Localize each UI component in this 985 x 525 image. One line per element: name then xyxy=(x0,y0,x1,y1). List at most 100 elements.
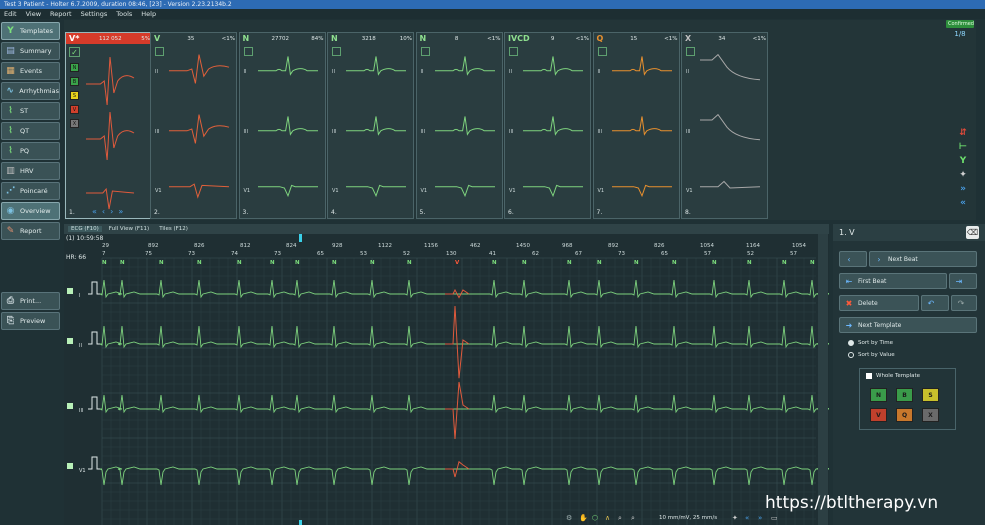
sidebar-item-poincar[interactable]: ⋰ Poincaré xyxy=(1,182,60,200)
rewind-icon[interactable]: « xyxy=(745,514,749,522)
first-icon[interactable]: « xyxy=(92,207,102,216)
class-button-s[interactable]: S xyxy=(922,388,939,402)
window-icon[interactable]: ▭ xyxy=(771,514,778,522)
forward-icon[interactable]: » xyxy=(758,514,762,522)
amplitude-icon[interactable]: ∧ xyxy=(605,514,610,522)
sidebar-item-events[interactable]: ▦ Events xyxy=(1,62,60,80)
class-button-q[interactable]: Q xyxy=(896,408,913,422)
beat-label[interactable]: N xyxy=(810,260,815,266)
template-class-v[interactable]: V xyxy=(70,105,79,114)
clear-icon[interactable]: ⌫ xyxy=(966,226,979,239)
beat-label[interactable]: N xyxy=(634,260,639,266)
sidebar-item-qt[interactable]: ⌇ QT xyxy=(1,122,60,140)
ecg-strip[interactable]: 29 892 826 812 824 928 1122 1156 462 1450 968 892 82… xyxy=(64,224,829,525)
beat-label[interactable]: N xyxy=(295,260,300,266)
time-cursor-bottom[interactable] xyxy=(299,520,302,525)
settings-icon[interactable]: ⚙ xyxy=(566,514,572,522)
template-8[interactable]: X 34 <1% 8. II III V1 xyxy=(681,32,768,219)
time-cursor[interactable] xyxy=(299,234,302,242)
sidebar-item-summary[interactable]: ▤ Summary xyxy=(1,42,60,60)
beat-label[interactable]: N xyxy=(747,260,752,266)
sidebar-item-st[interactable]: ⌇ ST xyxy=(1,102,60,120)
template-class-x[interactable]: X xyxy=(70,119,79,128)
sidebar-print-button[interactable]: ⎙ Print... xyxy=(1,292,60,310)
prev-icon[interactable]: ‹ xyxy=(102,207,110,216)
last-beat-button[interactable]: ⇥ xyxy=(949,273,977,289)
beat-label[interactable]: V xyxy=(455,260,460,266)
menu-view[interactable]: View xyxy=(26,10,41,18)
lead-toggle[interactable] xyxy=(67,338,73,344)
beat-label[interactable]: N xyxy=(782,260,787,266)
beat-label[interactable]: N xyxy=(672,260,677,266)
beat-label[interactable]: N xyxy=(102,260,107,266)
sidebar-preview-button[interactable]: ⎘ Preview xyxy=(1,312,60,330)
hand-icon[interactable]: ✋ xyxy=(579,513,588,522)
beat-label[interactable]: N xyxy=(159,260,164,266)
template-2[interactable]: V 35 <1% 2. II III V1 xyxy=(150,32,237,219)
beat-label[interactable]: N xyxy=(567,260,572,266)
lead-toggle[interactable] xyxy=(67,288,73,294)
template-class-s[interactable]: S xyxy=(70,91,79,100)
menu-settings[interactable]: Settings xyxy=(81,10,108,18)
zoom-in-icon[interactable]: ⌕ xyxy=(618,514,622,522)
sidebar-item-pq[interactable]: ⌇ PQ xyxy=(1,142,60,160)
tools-icon[interactable]: ✦ xyxy=(732,514,738,522)
template-class-n[interactable]: N xyxy=(70,63,79,72)
menu-help[interactable]: Help xyxy=(141,10,156,18)
beat-label[interactable]: N xyxy=(120,260,125,266)
merge-icon[interactable]: ⊢ xyxy=(956,142,970,156)
class-button-b[interactable]: B xyxy=(896,388,913,402)
delete-button[interactable]: ✖ Delete xyxy=(839,295,919,311)
template-3[interactable]: N 27702 84% 3. II III V1 xyxy=(238,32,326,219)
sidebar-item-arrhythmias[interactable]: ∿ Arrhythmias xyxy=(1,82,60,100)
split-icon[interactable]: ⇵ xyxy=(956,128,970,142)
beat-label[interactable]: N xyxy=(492,260,497,266)
template-5[interactable]: N 8 <1% 5. II III V1 xyxy=(415,32,503,219)
sidebar-item-hrv[interactable]: ▥ HRV xyxy=(1,162,60,180)
template-7[interactable]: Q 15 <1% 7. II III V1 xyxy=(592,32,680,219)
collapse-icon[interactable]: « xyxy=(956,198,970,212)
beat-label[interactable]: N xyxy=(712,260,717,266)
ecg-scale[interactable]: 10 mm/mV, 25 mm/s xyxy=(659,515,717,521)
tools-icon[interactable]: ✦ xyxy=(956,170,970,184)
expand-icon[interactable]: » xyxy=(956,184,970,198)
beat-label[interactable]: N xyxy=(597,260,602,266)
first-beat-button[interactable]: ⇤ First Beat xyxy=(839,273,947,289)
sidebar-item-overview[interactable]: ◉ Overview xyxy=(1,202,60,220)
sidebar-item-report[interactable]: ✎ Report xyxy=(1,222,60,240)
sort-by-value-radio[interactable]: Sort by Value xyxy=(848,352,895,358)
class-button-v[interactable]: V xyxy=(870,408,887,422)
lead-toggle[interactable] xyxy=(67,463,73,469)
next-template-button[interactable]: ➜ Next Template xyxy=(839,317,977,333)
zoom-out-icon[interactable]: ⌕ xyxy=(631,514,635,522)
menu-edit[interactable]: Edit xyxy=(4,10,17,18)
beat-label[interactable]: N xyxy=(332,260,337,266)
prev-beat-button[interactable]: ‹ xyxy=(839,251,867,267)
beat-label[interactable]: N xyxy=(197,260,202,266)
sort-by-time-radio[interactable]: Sort by Time xyxy=(848,340,893,346)
class-button-n[interactable]: N xyxy=(870,388,887,402)
template-class-b[interactable]: B xyxy=(70,77,79,86)
template-icon[interactable]: Y xyxy=(956,156,970,170)
ecg-scrollbar[interactable] xyxy=(818,234,828,525)
beat-label[interactable]: N xyxy=(522,260,527,266)
redo-button[interactable]: ↷ xyxy=(951,295,977,311)
next-beat-button[interactable]: › Next Beat xyxy=(869,251,977,267)
template-6[interactable]: IVCD 9 <1% 6. II III V1 xyxy=(504,32,591,219)
template-1[interactable]: V* 112 052 5% 1. N B S V X ✓ «‹›» xyxy=(65,32,153,219)
beat-label[interactable]: N xyxy=(237,260,242,266)
beat-label[interactable]: N xyxy=(370,260,375,266)
checkmark-icon[interactable]: ✓ xyxy=(69,47,80,57)
template-4[interactable]: N 3218 10% 4. II III V1 xyxy=(327,32,414,219)
undo-button[interactable]: ↶ xyxy=(921,295,949,311)
lead-toggle[interactable] xyxy=(67,403,73,409)
sidebar-item-templates[interactable]: Y Templates xyxy=(1,22,60,40)
last-icon[interactable]: » xyxy=(118,207,128,216)
beat-label[interactable]: N xyxy=(407,260,412,266)
whole-template-checkbox[interactable]: Whole Template xyxy=(866,373,920,379)
menu-tools[interactable]: Tools xyxy=(116,10,132,18)
measure-icon[interactable]: ⬡ xyxy=(592,514,598,522)
beat-label[interactable]: N xyxy=(270,260,275,266)
menu-report[interactable]: Report xyxy=(50,10,72,18)
class-button-x[interactable]: X xyxy=(922,408,939,422)
